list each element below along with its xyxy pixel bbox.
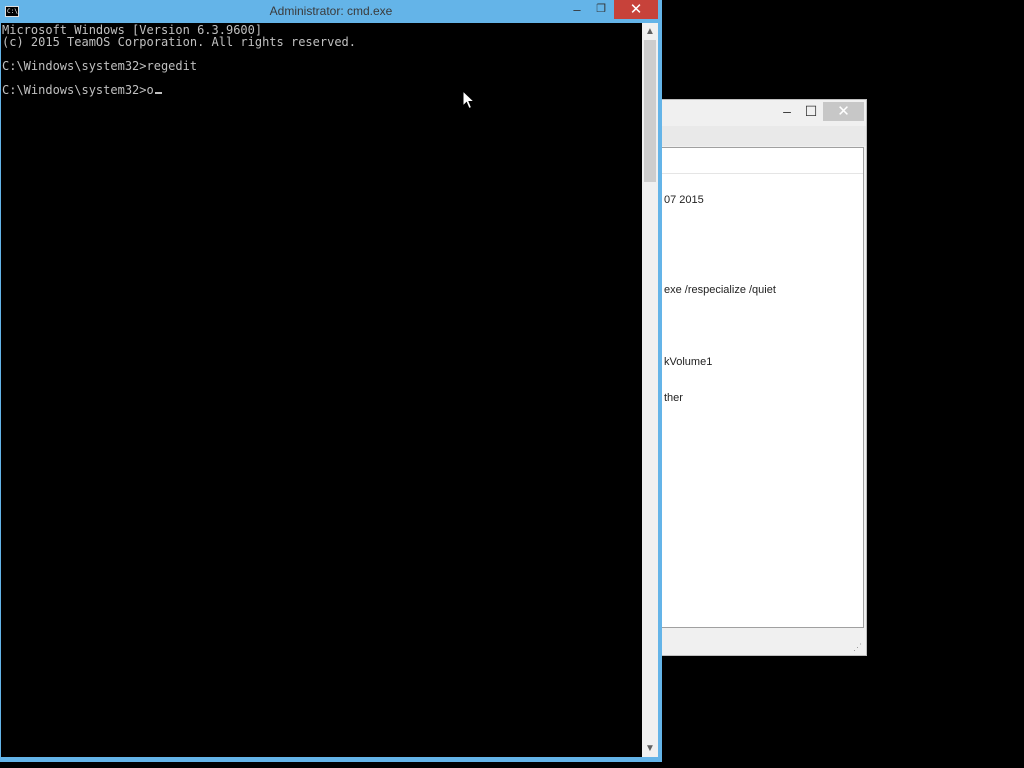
background-window-content: 07 2015 exe /respecialize /quiet kVolume… — [651, 147, 864, 628]
background-window[interactable]: – ☐ ✕ 07 2015 exe /respecialize /quiet k… — [650, 99, 867, 656]
background-window-band — [651, 126, 866, 146]
console-prompt-text: C:\Windows\system32>o — [2, 83, 154, 97]
console-line: C:\Windows\system32>regedit — [2, 59, 198, 73]
cmd-close-button[interactable]: ✕ — [614, 0, 658, 19]
vertical-scrollbar[interactable]: ▲ ▼ — [642, 23, 658, 757]
resize-grip-icon[interactable]: ⋰ — [853, 642, 863, 652]
background-text-line: exe /respecialize /quiet — [664, 284, 776, 296]
background-text-line: 07 2015 — [664, 194, 704, 206]
console-output-area[interactable]: Microsoft Windows [Version 6.3.9600] (c)… — [1, 23, 642, 757]
background-text-line: kVolume1 — [664, 356, 713, 368]
cmd-window-title: Administrator: cmd.exe — [269, 4, 393, 18]
background-close-button[interactable]: ✕ — [823, 102, 864, 121]
scroll-down-icon[interactable]: ▼ — [642, 740, 658, 757]
background-window-titlebar[interactable]: – ☐ ✕ — [651, 100, 866, 125]
background-content-header — [652, 148, 863, 174]
mouse-pointer-icon — [462, 90, 476, 110]
cmd-window[interactable]: C:\ Administrator: cmd.exe – ❐ ✕ Microso… — [0, 0, 662, 762]
cmd-minimize-button[interactable]: – — [565, 0, 589, 19]
scroll-up-icon[interactable]: ▲ — [642, 23, 658, 40]
console-prompt-line[interactable]: C:\Windows\system32>o — [2, 84, 162, 96]
text-cursor — [154, 92, 162, 94]
cmd-titlebar[interactable]: C:\ Administrator: cmd.exe – ❐ ✕ — [0, 0, 662, 23]
console-line: (c) 2015 TeamOS Corporation. All rights … — [2, 35, 357, 49]
cmd-restore-button[interactable]: ❐ — [589, 0, 613, 19]
scrollbar-thumb[interactable] — [644, 40, 656, 182]
background-text-line: ther — [664, 392, 683, 404]
background-maximize-button[interactable]: ☐ — [799, 102, 823, 121]
background-minimize-button[interactable]: – — [775, 102, 799, 121]
